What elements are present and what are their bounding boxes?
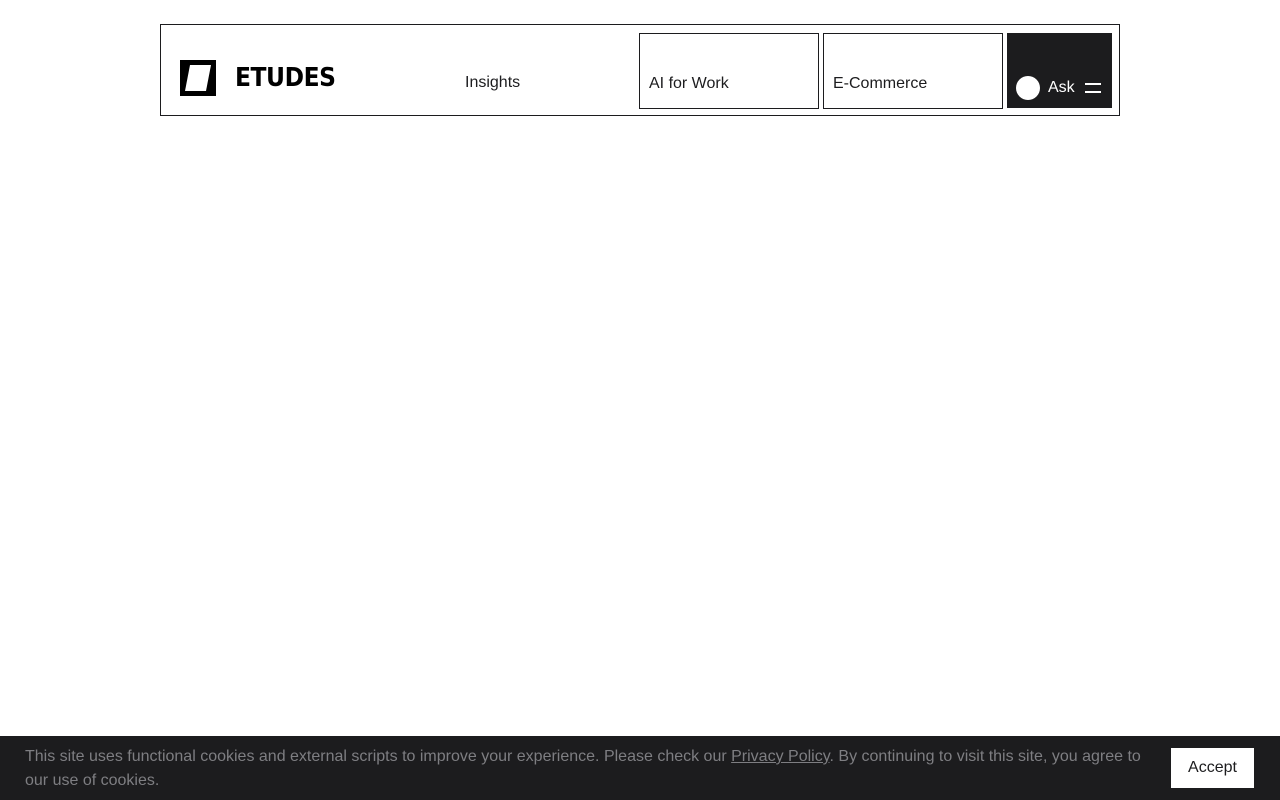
page: ETUDES Insights AI for Work E-Commerce A… [0, 0, 1280, 800]
cookie-banner: This site uses functional cookies and ex… [0, 736, 1280, 800]
nav-ai-for-work-label: AI for Work [649, 75, 729, 92]
accept-cookies-button[interactable]: Accept [1171, 748, 1254, 788]
nav-ai-for-work[interactable]: AI for Work [639, 33, 819, 109]
hamburger-menu-icon [1085, 83, 1101, 93]
site-header: ETUDES Insights AI for Work E-Commerce A… [160, 24, 1120, 116]
nav-insights[interactable]: Insights [465, 74, 520, 92]
privacy-policy-link[interactable]: Privacy Policy [731, 748, 829, 765]
nav-ecommerce-label: E-Commerce [833, 75, 928, 92]
cookie-text-before-link: This site uses functional cookies and ex… [25, 748, 732, 765]
etudes-logo-icon [180, 60, 216, 96]
cookie-message: This site uses functional cookies and ex… [25, 745, 1150, 793]
logo-text: ETUDES [235, 63, 336, 93]
logo-link[interactable]: ETUDES [180, 60, 347, 96]
ask-label: Ask [1048, 79, 1075, 96]
nav-ecommerce[interactable]: E-Commerce [823, 33, 1003, 109]
ask-dot-icon [1016, 76, 1040, 100]
ask-menu-button[interactable]: Ask [1007, 33, 1112, 108]
